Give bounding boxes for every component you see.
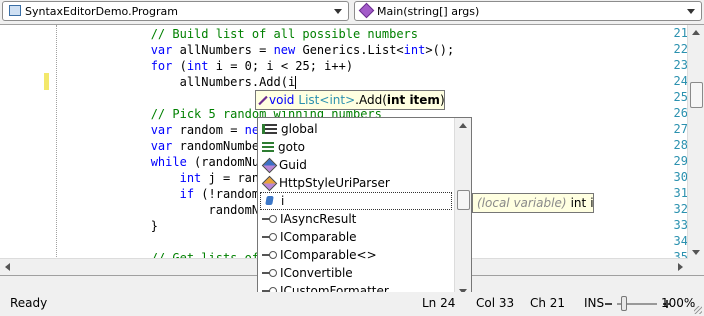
code-line[interactable]: var allNumbers = new Generics.List<int>(… [64,42,455,58]
quick-info-kind: (local variable) [477,196,567,210]
method-icon [358,2,375,19]
code-line[interactable]: randomNum [64,202,274,218]
text-caret [295,76,297,89]
completion-item-label: i [281,194,285,208]
status-line: Ln 24 [422,296,456,310]
completion-item-label: HttpStyleUriParser [279,176,390,190]
chevron-down-icon[interactable] [687,8,695,14]
code-line[interactable]: int j = rand [64,170,267,186]
code-line[interactable]: } [64,218,158,234]
completion-item-label: IConvertible [280,266,353,280]
param-info-method: .Add( [355,93,387,107]
line-number: 26 [673,106,688,120]
interface-icon [262,267,277,279]
completion-item[interactable]: Guid [260,156,452,174]
vertical-scrollbar[interactable] [687,25,704,260]
member-dropdown-label: Main(string[] args) [377,4,480,18]
completion-item[interactable]: i [260,192,452,210]
code-line[interactable]: while (randomNum [64,154,267,170]
zoom-slider-thumb[interactable] [621,296,627,311]
zoom-out-icon[interactable] [605,303,612,305]
code-line[interactable]: var random = new [64,122,267,138]
line-number: 24 [673,74,688,88]
interface-icon [262,249,277,261]
code-line[interactable]: allNumbers.Add(i [64,74,297,90]
completion-item[interactable]: IComparable<> [260,246,452,264]
completion-item-label: IAsyncResult [280,212,357,226]
resize-grip-icon[interactable] [694,306,702,314]
completion-item[interactable]: IAsyncResult [260,210,452,228]
local-variable-icon [263,195,277,207]
line-number: 25 [673,90,688,104]
completion-item[interactable]: IComparable [260,228,452,246]
zoom-level: 100% [661,296,696,310]
line-number-gutter [0,25,57,275]
code-line[interactable]: var randomNumber [64,138,267,154]
vertical-scroll-thumb[interactable] [690,82,703,108]
param-info-return-type: void [269,93,295,107]
completion-item[interactable]: global [260,120,452,138]
line-number: 31 [673,186,688,200]
completion-list-scrollbar[interactable] [454,118,471,299]
code-line[interactable]: // Build list of all possible numbers [64,26,418,42]
type-dropdown-label: SyntaxEditorDemo.Program [25,4,178,18]
line-number: 28 [673,138,688,152]
method-icon [258,95,268,105]
line-number: 27 [673,122,688,136]
scrollbar-corner [688,259,704,275]
line-number: 22 [673,42,688,56]
completion-item-label: global [281,122,318,136]
line-number: 34 [673,234,688,248]
status-text: Ready [10,296,48,310]
type-dropdown[interactable]: SyntaxEditorDemo.Program [2,1,349,21]
completion-item-label: IComparable [280,230,357,244]
line-number: 29 [673,154,688,168]
completion-list[interactable]: global goto Guid HttpStyleUriParser i IAsyncR… [257,117,472,300]
param-info-close: ) [439,93,445,107]
quick-info-tooltip: (local variable) int i [472,193,594,213]
keyword-icon [262,142,274,152]
code-line[interactable]: for (int i = 0; i < 25; i++) [64,58,353,74]
line-number: 30 [673,170,688,184]
param-info-type: List<int> [298,93,356,107]
completion-scroll-thumb[interactable] [457,190,470,210]
status-character: Ch 21 [530,296,566,310]
class-icon [9,5,21,17]
status-insert-mode[interactable]: INS [584,296,604,310]
line-modified-marker [44,73,49,90]
scroll-down-icon[interactable] [692,250,700,255]
line-number: 33 [673,218,688,232]
completion-item-label: Guid [279,158,307,172]
quick-info-type: int [570,196,587,210]
scroll-up-icon[interactable] [459,123,467,128]
line-number: 21 [673,26,688,40]
interface-icon [262,231,277,243]
code-line[interactable]: if (!randomN [64,186,267,202]
parameter-info-tooltip: void List<int> .Add( int item ) [255,90,445,110]
chevron-down-icon[interactable] [334,8,342,14]
class-icon [261,175,278,191]
struct-icon [261,157,278,173]
completion-item-label: goto [278,140,306,154]
member-dropdown[interactable]: Main(string[] args) [354,1,702,21]
scroll-left-icon[interactable] [5,263,10,271]
completion-item[interactable]: goto [260,138,452,156]
scroll-up-icon[interactable] [692,30,700,35]
param-info-current-param: int item [386,93,440,107]
completion-item[interactable]: HttpStyleUriParser [260,174,452,192]
navigation-bar: SyntaxEditorDemo.Program Main(string[] a… [0,0,704,25]
status-column: Col 33 [476,296,515,310]
completion-item[interactable]: IConvertible [260,264,452,282]
line-number: 23 [673,58,688,72]
namespace-icon [262,124,277,134]
quick-info-name: i [590,196,594,210]
line-number: 32 [673,202,688,216]
completion-item-label: IComparable<> [280,248,377,262]
scroll-right-icon[interactable] [678,263,683,271]
status-bar: Ready Ln 24 Col 33 Ch 21 INS 100% [0,292,704,316]
interface-icon [262,213,277,225]
